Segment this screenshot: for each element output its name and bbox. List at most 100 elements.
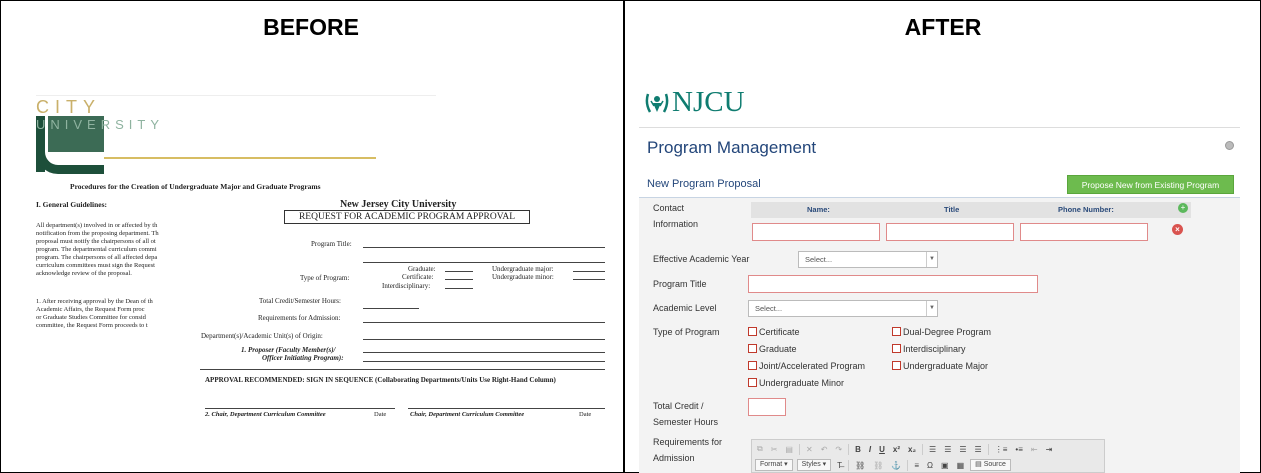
total-credit-input[interactable]: [748, 398, 786, 416]
para-line: proposal must notify the chairpersons of…: [36, 238, 156, 245]
undergrad-minor-line: [573, 279, 605, 280]
remove-format-icon[interactable]: ✕: [804, 445, 815, 454]
para-line: All department(s) involved in or affecte…: [36, 222, 158, 229]
paste-icon[interactable]: ▤: [783, 445, 795, 454]
styles-dropdown[interactable]: Styles ▾: [796, 459, 832, 471]
col-name-header: Name:: [807, 205, 830, 214]
requirements-label: Requirements for Admission:: [258, 314, 341, 322]
toolbar-row-2: Format ▾ Styles ▾ T̶ ⛓ ⛓ ⚓ ≡ Ω ▣ ▦ ▤ Sou…: [755, 458, 1011, 472]
type-of-program-label: Type of Program:: [300, 274, 350, 282]
doc-title: Procedures for the Creation of Undergrad…: [70, 182, 321, 191]
date-right-label: Date: [579, 411, 592, 418]
styles-dropdown-label: Styles: [801, 461, 821, 468]
contact-table-header: Name: Title Phone Number: +: [751, 202, 1191, 218]
format-dropdown[interactable]: Format ▾: [755, 459, 793, 471]
graduate-label: Graduate:: [408, 265, 436, 273]
checkbox-box[interactable]: [748, 361, 757, 370]
remove-contact-icon[interactable]: ×: [1172, 224, 1183, 235]
item-1-paragraph: 1. After receiving approval by the Dean …: [36, 298, 194, 330]
njcu-logo[interactable]: NJCU: [644, 86, 745, 119]
requirements-label-line-1: Requirements for: [653, 437, 723, 447]
propose-from-existing-button[interactable]: Propose New from Existing Program: [1067, 175, 1234, 194]
contact-phone-input[interactable]: [1020, 223, 1148, 241]
before-document: CITY UNIVERSITY Procedures for the Creat…: [0, 0, 623, 473]
type-of-program-label: Type of Program: [653, 327, 720, 337]
copy-icon[interactable]: ⧉: [755, 444, 765, 454]
certificate-checkbox[interactable]: Certificate: [748, 327, 800, 337]
program-management-header: Program Management: [639, 127, 1240, 167]
source-button[interactable]: ▤ Source: [970, 459, 1011, 471]
checkbox-box[interactable]: [892, 361, 901, 370]
status-dot-icon[interactable]: [1225, 141, 1234, 150]
justify-icon[interactable]: ☰: [973, 445, 984, 454]
chair-right-label: Chair, Department Curriculum Committee: [410, 411, 525, 418]
joint-program-checkbox[interactable]: Joint/Accelerated Program: [748, 361, 865, 371]
item-line: committee, the Request Form proceeds to …: [36, 322, 148, 329]
after-heading: AFTER: [904, 14, 982, 40]
requirements-label: Requirements for Admission: [653, 434, 722, 466]
iframe-icon[interactable]: ▣: [939, 461, 951, 470]
checkbox-box[interactable]: [748, 327, 757, 336]
checkbox-box[interactable]: [892, 344, 901, 353]
table-icon[interactable]: ▦: [955, 461, 967, 470]
undergrad-minor-checkbox[interactable]: Undergraduate Minor: [748, 378, 844, 388]
outdent-icon[interactable]: ⇤: [1029, 445, 1040, 454]
checkbox-box[interactable]: [748, 344, 757, 353]
clear-formatting-icon[interactable]: T̶: [835, 461, 844, 470]
bold-button[interactable]: B: [853, 445, 863, 454]
effective-year-select[interactable]: Select... ▼: [798, 251, 938, 268]
graduate-line: [445, 271, 473, 272]
checkbox-box[interactable]: [748, 378, 757, 387]
item-line: or Graduate Studies Committee for consid: [36, 314, 146, 321]
italic-button[interactable]: I: [867, 445, 873, 454]
approval-rule: [200, 369, 605, 370]
toolbar-row-1: ⧉ ✂ ▤ ✕ ↶ ↷ B I U x² x₂ ☰ ☰ ☰ ☰ ⋮≡ •≡ ⇤ …: [755, 442, 1054, 456]
horizontal-rule-icon[interactable]: ≡: [912, 461, 921, 470]
underline-button[interactable]: U: [877, 445, 887, 454]
special-char-icon[interactable]: Ω: [925, 461, 935, 470]
proposer-label-1: 1. Proposer (Faculty Member(s)/: [241, 346, 336, 354]
program-title-input[interactable]: [748, 275, 1038, 293]
format-dropdown-label: Format: [760, 461, 783, 468]
contact-title-input[interactable]: [886, 223, 1014, 241]
toolbar-separator: [798, 443, 800, 455]
subscript-button[interactable]: x₂: [906, 445, 918, 454]
rich-text-toolbar: ⧉ ✂ ▤ ✕ ↶ ↷ B I U x² x₂ ☰ ☰ ☰ ☰ ⋮≡ •≡ ⇤ …: [751, 439, 1105, 473]
col-phone-header: Phone Number:: [1058, 205, 1114, 214]
effective-year-label: Effective Academic Year: [653, 254, 750, 264]
interdisciplinary-line: [445, 288, 473, 289]
chair-right-line: [408, 408, 605, 409]
unlink-icon[interactable]: ⛓: [871, 461, 885, 470]
bullet-list-icon[interactable]: •≡: [1013, 445, 1024, 454]
academic-level-select[interactable]: Select... ▼: [748, 300, 938, 317]
toolbar-separator: [987, 443, 989, 455]
align-left-icon[interactable]: ☰: [927, 445, 938, 454]
dual-degree-checkbox[interactable]: Dual-Degree Program: [892, 327, 991, 337]
toolbar-separator: [922, 443, 924, 455]
contact-name-input[interactable]: [752, 223, 880, 241]
undo-icon[interactable]: ↶: [819, 445, 830, 454]
para-line: curriculum committees must sign the Requ…: [36, 262, 155, 269]
undergrad-major-checkbox[interactable]: Undergraduate Major: [892, 361, 988, 371]
before-panel: BEFORE CITY UNIVERSITY Procedures for th…: [0, 0, 623, 473]
indent-icon[interactable]: ⇥: [1044, 445, 1055, 454]
para-line: notification from the proposing departme…: [36, 230, 159, 237]
cut-icon[interactable]: ✂: [769, 445, 780, 454]
link-icon[interactable]: ⛓: [853, 461, 867, 470]
proposer-line-2: [363, 361, 605, 362]
align-right-icon[interactable]: ☰: [957, 445, 968, 454]
departments-label: Department(s)/Academic Unit(s) of Origin…: [201, 332, 323, 340]
proposer-label-2: Officer Initiating Program):: [262, 354, 344, 362]
superscript-button[interactable]: x²: [891, 445, 902, 454]
graduate-checkbox[interactable]: Graduate: [748, 344, 797, 354]
redo-icon[interactable]: ↷: [833, 445, 844, 454]
total-credit-label: Total Credit/Semester Hours:: [259, 297, 341, 305]
interdisciplinary-checkbox[interactable]: Interdisciplinary: [892, 344, 966, 354]
add-contact-icon[interactable]: +: [1178, 203, 1188, 213]
checkbox-box[interactable]: [892, 327, 901, 336]
anchor-icon[interactable]: ⚓: [889, 461, 903, 470]
numbered-list-icon[interactable]: ⋮≡: [993, 445, 1010, 454]
njcu-logo-text: NJCU: [672, 86, 745, 118]
align-center-icon[interactable]: ☰: [942, 445, 953, 454]
total-credit-label-line-1: Total Credit /: [653, 401, 704, 411]
